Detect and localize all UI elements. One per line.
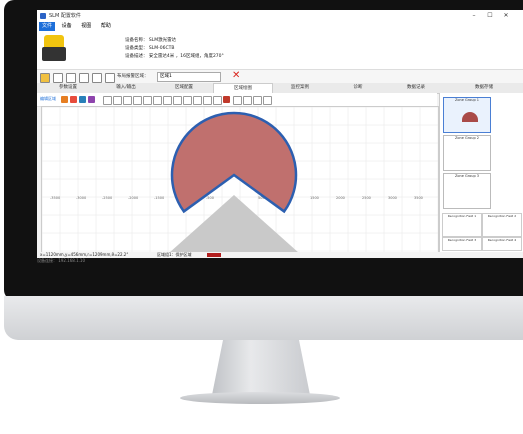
- draw-rect-icon[interactable]: [79, 96, 86, 103]
- delete-icon[interactable]: ✕: [232, 71, 240, 81]
- menu-help[interactable]: 帮助: [98, 22, 114, 31]
- save-icon[interactable]: [66, 73, 76, 83]
- minimize-icon[interactable]: –: [467, 10, 481, 22]
- upload-icon[interactable]: [79, 73, 89, 83]
- field-1[interactable]: Recognition Field 1: [442, 213, 482, 237]
- open-icon[interactable]: [53, 73, 63, 83]
- paste-icon[interactable]: [133, 96, 142, 105]
- window-title: SLM 配置软件: [49, 13, 81, 19]
- monitor-chin: [4, 296, 523, 340]
- zone-group-2-label: Zone Group 2: [454, 136, 480, 140]
- device-type: 设备类型： SLM-06CTB: [125, 46, 175, 51]
- tab-zone-config[interactable]: 区域配置: [155, 83, 213, 93]
- redo-icon[interactable]: [153, 96, 162, 105]
- tab-storage[interactable]: 数据存储: [445, 83, 523, 93]
- zone-group-1-label: Zone Group 1: [454, 98, 480, 102]
- draw-sector-icon[interactable]: [70, 96, 77, 103]
- zoom-in-icon[interactable]: [163, 96, 172, 105]
- x-tick-label: 1500: [310, 196, 319, 200]
- area-label: 区域组1：保护区域: [157, 252, 192, 257]
- area-swatch: [207, 253, 221, 257]
- monitor-base: [180, 392, 340, 404]
- layers-icon[interactable]: [253, 96, 262, 105]
- menu-device[interactable]: 设备: [59, 22, 75, 31]
- copy-icon[interactable]: [123, 96, 132, 105]
- fill-icon[interactable]: [223, 96, 230, 103]
- connection-status: 设备连接： 192.168.1.10: [37, 258, 85, 263]
- status-bar: x=1120mm,y=456mm,r=1209mm,θ=22.2° 区域组1：保…: [37, 252, 523, 258]
- zone-group-3-label: Zone Group 3: [454, 174, 480, 178]
- menu-file[interactable]: 文件: [39, 22, 56, 31]
- zone-group-3[interactable]: Zone Group 3: [443, 173, 491, 209]
- tab-record[interactable]: 数据记录: [387, 83, 445, 93]
- device-info: 设备名称： SLM激光雷达 设备类型： SLM-06CTB 设备描述： 安全雷达…: [125, 37, 224, 61]
- device-name: 设备名称： SLM激光雷达: [125, 38, 177, 43]
- field-3[interactable]: Recognition Field 3: [442, 237, 482, 251]
- draw-toolbar: 编辑区域: [37, 93, 437, 107]
- x-tick-label: -2000: [128, 196, 138, 200]
- zone-select[interactable]: 区域1: [157, 72, 221, 82]
- fit-icon[interactable]: [193, 96, 202, 105]
- close-icon[interactable]: ✕: [499, 10, 513, 22]
- x-tick-label: -500: [206, 196, 214, 200]
- x-tick-label: -2500: [102, 196, 112, 200]
- tab-io[interactable]: 输入/输出: [97, 83, 155, 93]
- tab-params[interactable]: 参数设置: [39, 83, 97, 93]
- zone-canvas[interactable]: -3500-3000-2500-2000-1500-1000-500050010…: [41, 106, 439, 254]
- device-icon[interactable]: [40, 73, 50, 83]
- download-icon[interactable]: [105, 73, 115, 83]
- app-icon: [40, 13, 46, 19]
- x-tick-label: -3500: [50, 196, 60, 200]
- maximize-icon[interactable]: ☐: [483, 10, 497, 22]
- tab-monitor[interactable]: 监控案例: [271, 83, 329, 93]
- select-icon[interactable]: [103, 96, 112, 105]
- x-tick-label: 3500: [414, 196, 423, 200]
- zone-thumb: [462, 112, 478, 122]
- field-2[interactable]: Recognition Field 2: [482, 213, 522, 237]
- ruler-icon[interactable]: [243, 96, 252, 105]
- monitor-stand: [211, 340, 311, 400]
- zoom-out-icon[interactable]: [173, 96, 182, 105]
- pan-icon[interactable]: [183, 96, 192, 105]
- zone-panel: Zone Group 1 Zone Group 2 Zone Group 3 R…: [439, 93, 523, 252]
- move-icon[interactable]: [113, 96, 122, 105]
- main-toolbar: 布局报警区域： 区域1 ✕: [37, 69, 523, 84]
- x-tick-label: -1500: [154, 196, 164, 200]
- menu-bar: 文件 设备 视图 帮助: [37, 22, 523, 31]
- device-image: [42, 35, 66, 63]
- arc-icon[interactable]: [213, 96, 222, 105]
- grid-icon[interactable]: [233, 96, 242, 105]
- app-screen: SLM 配置软件 – ☐ ✕ 文件 设备 视图 帮助 设备名称： SLM激光雷达…: [37, 10, 523, 258]
- zone-group-2[interactable]: Zone Group 2: [443, 135, 491, 171]
- x-tick-label: 3000: [388, 196, 397, 200]
- layout-label: 布局报警区域：: [117, 74, 149, 79]
- line-icon[interactable]: [203, 96, 212, 105]
- x-tick-label: 2000: [336, 196, 345, 200]
- home-icon[interactable]: [92, 73, 102, 83]
- undo-icon[interactable]: [143, 96, 152, 105]
- x-tick-label: -3000: [76, 196, 86, 200]
- field-4[interactable]: Recognition Field 4: [482, 237, 522, 251]
- settings-icon[interactable]: [263, 96, 272, 105]
- plot-svg: -3500-3000-2500-2000-1500-1000-500050010…: [41, 106, 439, 253]
- x-tick-label: 2500: [362, 196, 371, 200]
- edit-zone-label: 编辑区域: [40, 96, 56, 101]
- device-desc: 设备描述： 安全雷达4米 ，16区域组，角度270°: [125, 54, 224, 59]
- menu-view[interactable]: 视图: [78, 22, 94, 31]
- draw-poly-icon[interactable]: [88, 96, 95, 103]
- zone-group-1[interactable]: Zone Group 1: [443, 97, 491, 133]
- device-panel: 设备名称： SLM激光雷达 设备类型： SLM-06CTB 设备描述： 安全雷达…: [37, 31, 523, 69]
- tab-diagnose[interactable]: 诊断: [329, 83, 387, 93]
- draw-circle-icon[interactable]: [61, 96, 68, 103]
